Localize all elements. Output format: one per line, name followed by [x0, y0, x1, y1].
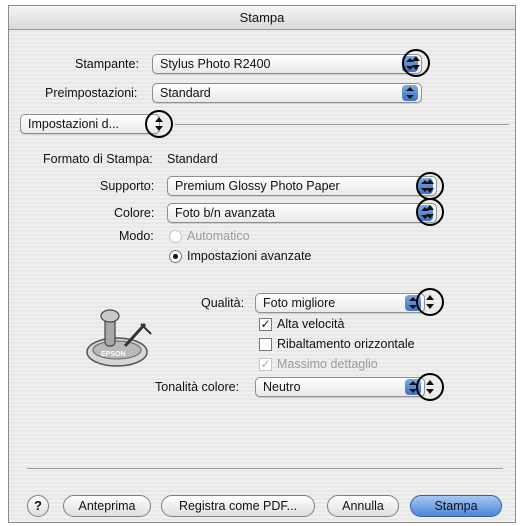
mode-advanced-radio[interactable] [169, 250, 182, 263]
format-label: Formato di Stampa: [43, 152, 153, 166]
tone-label: Tonalità colore: [155, 380, 240, 394]
save-as-pdf-button[interactable]: Registra come PDF... [161, 495, 315, 517]
high-speed-label: Alta velocità [277, 317, 345, 331]
mode-label: Modo: [119, 229, 154, 243]
media-popup[interactable]: Premium Glossy Photo Paper [167, 176, 437, 196]
finest-detail-checkbox[interactable]: ✓ [259, 358, 272, 371]
quality-callout-ring [416, 288, 444, 316]
printer-label: Stampante: [75, 57, 139, 71]
color-label: Colore: [114, 206, 155, 220]
color-popup[interactable]: Foto b/n avanzata [167, 203, 437, 223]
presets-value: Standard [160, 86, 211, 100]
presets-label: Preimpostazioni: [45, 86, 138, 100]
flip-horizontal-label: Ribaltamento orizzontale [277, 337, 415, 351]
printer-value: Stylus Photo R2400 [160, 57, 271, 71]
flip-horizontal-checkbox[interactable] [259, 338, 272, 351]
bottom-divider [27, 468, 503, 469]
window-title: Stampa [9, 6, 515, 30]
print-button[interactable]: Stampa [410, 495, 502, 517]
preview-button[interactable]: Anteprima [63, 495, 151, 517]
printer-popup[interactable]: Stylus Photo R2400 [152, 54, 422, 74]
media-value: Premium Glossy Photo Paper [175, 179, 340, 193]
high-speed-checkbox[interactable]: ✓ [259, 318, 272, 331]
panel-callout-ring [145, 110, 173, 138]
tone-value: Neutro [263, 380, 301, 394]
presets-popup-arrows-icon [402, 85, 418, 101]
presets-popup[interactable]: Standard [152, 83, 422, 103]
finest-detail-label: Massimo dettaglio [277, 357, 378, 371]
mode-automatic-label: Automatico [187, 229, 250, 243]
color-value: Foto b/n avanzata [175, 206, 276, 220]
format-value: Standard [167, 152, 218, 166]
epson-printer-icon: EPSON [79, 306, 159, 372]
print-dialog: Stampa Stampante: Stylus Photo R2400 Pre… [8, 5, 516, 523]
media-label: Supporto: [100, 179, 155, 193]
quality-value: Foto migliore [263, 296, 336, 310]
panel-value: Impostazioni d... [28, 117, 120, 131]
mode-automatic-radio[interactable] [169, 230, 182, 243]
tone-popup[interactable]: Neutro [255, 377, 425, 397]
panel-divider [175, 124, 509, 125]
mode-advanced-label: Impostazioni avanzate [187, 249, 312, 263]
cancel-button[interactable]: Annulla [327, 495, 399, 517]
epson-logo-text: EPSON [101, 351, 126, 358]
color-callout-ring [416, 198, 444, 226]
panel-popup[interactable]: Impostazioni d... [20, 114, 160, 134]
quality-popup[interactable]: Foto migliore [255, 293, 425, 313]
help-button[interactable]: ? [27, 495, 49, 517]
printer-callout-ring [402, 49, 430, 77]
tone-callout-ring [416, 373, 444, 401]
media-callout-ring [416, 172, 444, 200]
quality-label: Qualità: [201, 296, 245, 310]
